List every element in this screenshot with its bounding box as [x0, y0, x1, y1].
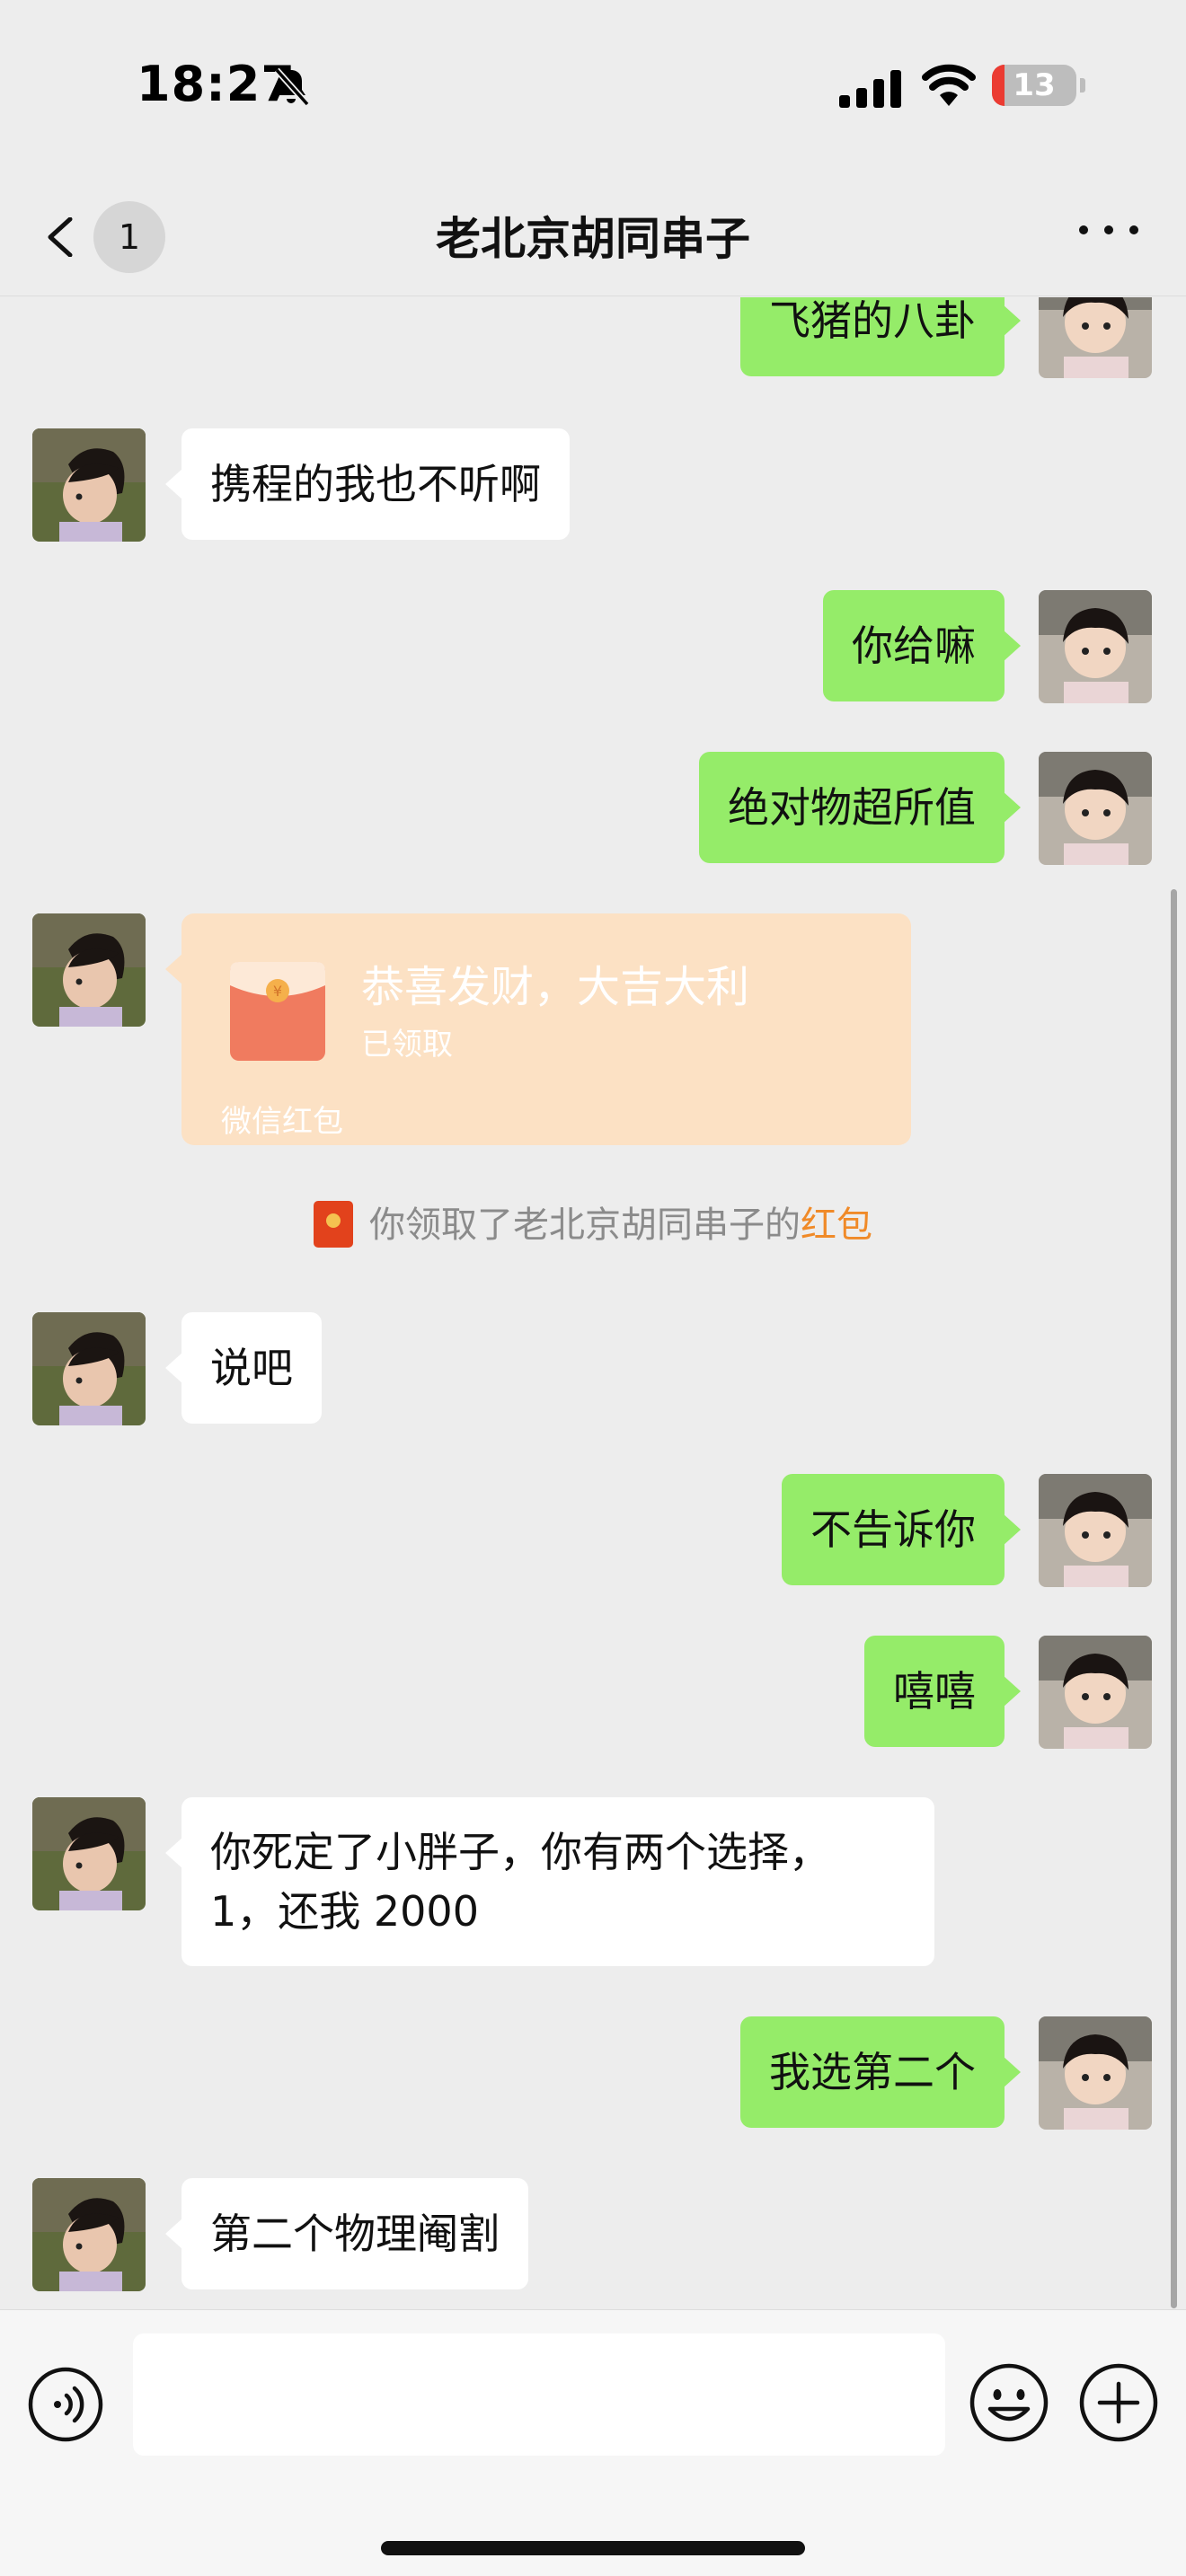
message-bubble-sent[interactable]: 飞猪的八卦: [740, 297, 1021, 376]
message-bubble-sent[interactable]: 我选第二个: [740, 2016, 1021, 2128]
message-bubble-sent[interactable]: 你给嘛: [823, 590, 1021, 701]
red-packet-title: 恭喜发财，大吉大利: [361, 962, 750, 1012]
chat-title: 老北京胡同串子: [436, 213, 750, 265]
battery-level: 13: [1013, 67, 1056, 103]
scrollbar[interactable]: [1171, 889, 1177, 2308]
avatar-self[interactable]: [1039, 1474, 1152, 1587]
message-bubble-sent[interactable]: 不告诉你: [782, 1474, 1021, 1585]
home-indicator[interactable]: [381, 2541, 805, 2555]
input-bar: [0, 2309, 1186, 2576]
message-input[interactable]: [133, 2333, 945, 2456]
red-packet-link[interactable]: 红包: [801, 1204, 872, 1246]
red-packet-brand: 微信红包: [221, 1104, 343, 1140]
more-options-button[interactable]: [1073, 212, 1145, 248]
cellular-signal-icon: [839, 70, 901, 108]
avatar-self[interactable]: [1039, 297, 1152, 378]
message-line: 你死定了小胖子，你有两个选择，: [210, 1828, 830, 1876]
svg-text:¥: ¥: [273, 983, 282, 1000]
system-notice: 你领取了老北京胡同串子的红包: [0, 1195, 1186, 1248]
bell-slash-icon: [274, 67, 310, 107]
message-bubble-sent[interactable]: 绝对物超所值: [699, 752, 1021, 863]
avatar-self[interactable]: [1039, 1636, 1152, 1749]
avatar-self[interactable]: [1039, 752, 1152, 865]
battery-icon: 13: [992, 65, 1085, 106]
system-notice-text: 你领取了老北京胡同串子的: [369, 1204, 801, 1246]
message-line: 1，还我 2000: [210, 1887, 479, 1936]
message-list[interactable]: 飞猪的八卦 携程的我也不听啊 你给嘛 绝对物超所值 ¥ 恭喜发财，大吉大利 已领…: [0, 297, 1186, 2309]
message-bubble-received[interactable]: 携程的我也不听啊: [165, 428, 570, 540]
message-bubble-sent[interactable]: 嘻嘻: [864, 1636, 1021, 1747]
status-bar: 18:27 13: [0, 0, 1186, 171]
message-bubble-received[interactable]: 说吧: [165, 1312, 322, 1424]
voice-icon[interactable]: [27, 2366, 104, 2443]
message-bubble-received[interactable]: 你死定了小胖子，你有两个选择， 1，还我 2000: [165, 1797, 934, 1966]
avatar-contact[interactable]: [32, 428, 146, 542]
avatar-contact[interactable]: [32, 1797, 146, 1910]
plus-icon[interactable]: [1078, 2362, 1159, 2443]
wifi-icon: [922, 64, 976, 106]
message-bubble-received[interactable]: 第二个物理阉割: [165, 2178, 528, 2289]
red-packet-status: 已领取: [361, 1027, 453, 1063]
red-packet-icon: ¥: [230, 962, 325, 1061]
red-packet-card[interactable]: ¥ 恭喜发财，大吉大利 已领取 微信红包: [165, 913, 911, 1145]
emoji-icon[interactable]: [969, 2362, 1049, 2443]
avatar-self[interactable]: [1039, 590, 1152, 703]
nav-bar: 1 老北京胡同串子: [0, 171, 1186, 296]
red-packet-mini-icon: [314, 1201, 353, 1248]
avatar-contact[interactable]: [32, 1312, 146, 1425]
avatar-self[interactable]: [1039, 2016, 1152, 2130]
avatar-contact[interactable]: [32, 2178, 146, 2291]
avatar-contact[interactable]: [32, 913, 146, 1027]
